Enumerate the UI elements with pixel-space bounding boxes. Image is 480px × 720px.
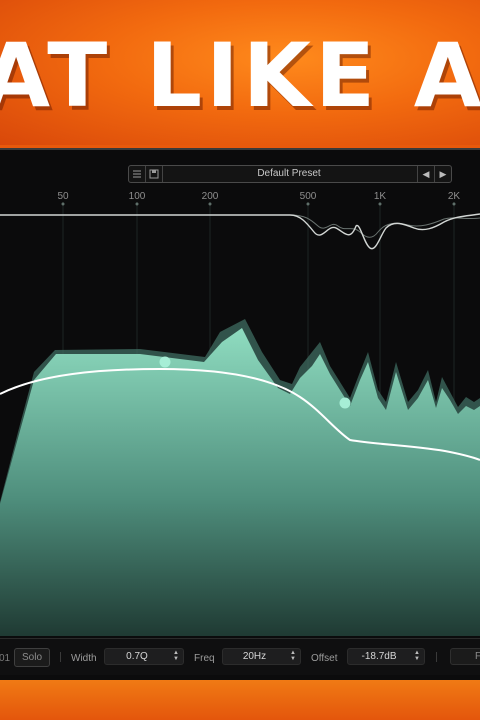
freq-axis-label: 200 (201, 191, 219, 202)
bottom-banner (0, 680, 480, 720)
gridline-dots (61, 202, 456, 206)
band-control-bar: 01 Solo Width 0.7Q ▲ ▼ Freq 20Hz ▲ ▼ Offse… (0, 638, 480, 675)
preset-bar: Default Preset ◀ ▶ (128, 165, 452, 183)
freq-axis-label: 100 (128, 191, 146, 202)
stepper-icon[interactable]: ▲ ▼ (413, 650, 421, 662)
banner-title: AT LIKE A P (0, 24, 480, 127)
preset-name[interactable]: Default Preset (163, 166, 415, 182)
offset-label: Offset (311, 653, 338, 664)
freq-value: 20Hz (242, 651, 267, 662)
width-label: Width (71, 653, 97, 664)
freq-axis-label: 2K (447, 191, 461, 202)
freq-axis-label: 50 (57, 191, 69, 202)
thumbnail-banner: AT LIKE A P (0, 0, 480, 145)
freq-axis-label: 500 (299, 191, 317, 202)
width-field[interactable]: 0.7Q ▲ ▼ (104, 648, 184, 665)
stepper-icon[interactable]: ▲ ▼ (289, 650, 297, 662)
freq-field[interactable]: 20Hz ▲ ▼ (222, 648, 301, 665)
menu-icon[interactable] (129, 166, 146, 182)
response-curve-main (0, 213, 480, 250)
filter-type-button[interactable]: F (450, 648, 480, 665)
menu-icon-glyph (133, 170, 141, 178)
save-icon[interactable] (146, 166, 163, 182)
eq-plugin-window: Default Preset ◀ ▶ 50 100 200 500 1K 2K (0, 148, 480, 680)
prev-arrow-icon[interactable]: ◀ (417, 166, 434, 182)
band-index: 01 (0, 653, 11, 664)
freq-label: Freq (194, 653, 215, 664)
width-value: 0.7Q (126, 651, 148, 662)
next-arrow-icon[interactable]: ▶ (434, 166, 451, 182)
stepper-icon[interactable]: ▲ ▼ (172, 650, 180, 662)
eq-band-node[interactable] (159, 356, 171, 368)
save-icon-glyph (149, 169, 159, 179)
divider (60, 652, 61, 662)
offset-value: -18.7dB (361, 651, 397, 662)
solo-button[interactable]: Solo (14, 648, 50, 667)
eq-band-node[interactable] (339, 397, 351, 409)
divider (436, 652, 437, 662)
offset-field[interactable]: -18.7dB ▲ ▼ (347, 648, 425, 665)
freq-axis-label: 1K (373, 191, 387, 202)
eq-graph[interactable] (0, 202, 480, 636)
